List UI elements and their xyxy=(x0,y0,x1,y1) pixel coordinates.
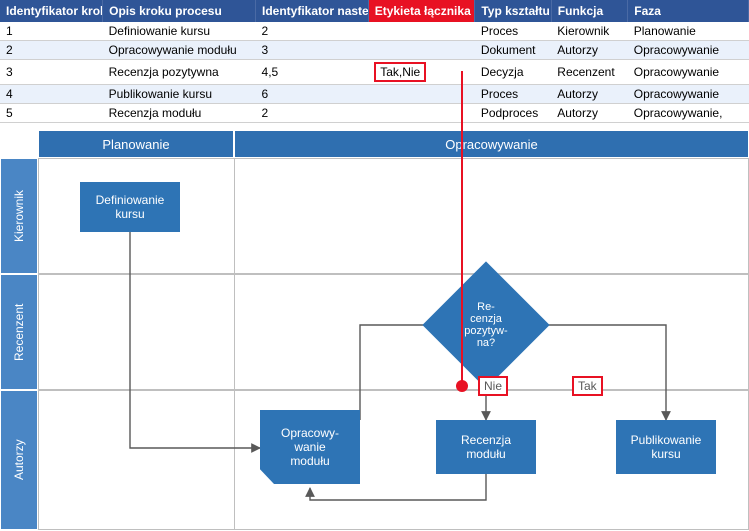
col-opis: Opis kroku procesu xyxy=(103,0,256,22)
cell-et xyxy=(368,41,475,60)
cell-nast: 6 xyxy=(256,85,369,104)
shape-opracowywanie: Opracowy-waniemodułu xyxy=(260,410,360,484)
table-row: 4 Publikowanie kursu 6 Proces Autorzy Op… xyxy=(0,85,749,104)
cell-typ: Decyzja xyxy=(475,60,551,85)
table-row: 5 Recenzja modułu 2 Podproces Autorzy Op… xyxy=(0,104,749,123)
cell-id: 5 xyxy=(0,104,103,123)
phase-header-row: Planowanie Opracowywanie xyxy=(38,130,749,158)
cell-id: 1 xyxy=(0,22,103,41)
cell-typ: Proces xyxy=(475,85,551,104)
shape-publikowanie: Publikowaniekursu xyxy=(616,420,716,474)
phase-planowanie: Planowanie xyxy=(38,130,234,158)
cell-fun: Autorzy xyxy=(551,85,627,104)
cell-nast: 4,5 xyxy=(256,60,369,85)
cell-typ: Proces xyxy=(475,22,551,41)
decision-text: Re-cenzjapozytyw-na? xyxy=(441,280,531,370)
cell-id: 4 xyxy=(0,85,103,104)
col-nast: Identyfikator naste xyxy=(256,0,369,22)
cell-nast: 2 xyxy=(256,104,369,123)
cell-id: 3 xyxy=(0,60,103,85)
cell-opis: Publikowanie kursu xyxy=(103,85,256,104)
col-faza: Faza xyxy=(628,0,749,22)
cell-faza: Opracowywanie xyxy=(628,41,749,60)
col-funkcja: Funkcja xyxy=(551,0,627,22)
cell-nast: 3 xyxy=(256,41,369,60)
phase-divider xyxy=(234,158,235,530)
cell-et xyxy=(368,22,475,41)
shape-recenzja: Recenzjamodułu xyxy=(436,420,536,474)
process-table: Identyfikator kroku p Opis kroku procesu… xyxy=(0,0,749,123)
shape-definiowanie: Definiowanie kursu xyxy=(80,182,180,232)
cell-opis: Recenzja pozytywna xyxy=(103,60,256,85)
cell-et: Tak,Nie xyxy=(368,60,475,85)
cell-fun: Recenzent xyxy=(551,60,627,85)
col-etykieta: Etykieta łącznika xyxy=(368,0,475,22)
cell-fun: Autorzy xyxy=(551,104,627,123)
phase-opracowywanie: Opracowywanie xyxy=(234,130,749,158)
flowchart-diagram: Planowanie Opracowywanie Kierownik Recen… xyxy=(0,130,749,530)
callout-line xyxy=(461,71,463,386)
cell-faza: Opracowywanie xyxy=(628,85,749,104)
lane-autorzy: Autorzy xyxy=(0,390,38,530)
cell-opis: Definiowanie kursu xyxy=(103,22,256,41)
cell-faza: Opracowywanie xyxy=(628,60,749,85)
connector-label-nie: Nie xyxy=(478,376,508,396)
cell-fun: Kierownik xyxy=(551,22,627,41)
table-row: 1 Definiowanie kursu 2 Proces Kierownik … xyxy=(0,22,749,41)
cell-et xyxy=(368,85,475,104)
col-typ: Typ kształtu xyxy=(475,0,551,22)
connector-label-tak: Tak xyxy=(572,376,603,396)
col-id: Identyfikator kroku p xyxy=(0,0,103,22)
cell-faza: Planowanie xyxy=(628,22,749,41)
lane-body xyxy=(38,274,749,390)
cell-typ: Podproces xyxy=(475,104,551,123)
cell-et xyxy=(368,104,475,123)
table-row: 2 Opracowywanie modułu 3 Dokument Autorz… xyxy=(0,41,749,60)
cell-opis: Recenzja modułu xyxy=(103,104,256,123)
cell-faza: Opracowywanie, xyxy=(628,104,749,123)
lane-kierownik: Kierownik xyxy=(0,158,38,274)
etykieta-highlight: Tak,Nie xyxy=(374,62,426,82)
lane-recenzent: Recenzent xyxy=(0,274,38,390)
callout-dot xyxy=(456,380,468,392)
table-row: 3 Recenzja pozytywna 4,5 Tak,Nie Decyzja… xyxy=(0,60,749,85)
cell-opis: Opracowywanie modułu xyxy=(103,41,256,60)
cell-fun: Autorzy xyxy=(551,41,627,60)
shape-decision: Re-cenzjapozytyw-na? xyxy=(441,280,531,370)
cell-nast: 2 xyxy=(256,22,369,41)
cell-typ: Dokument xyxy=(475,41,551,60)
cell-id: 2 xyxy=(0,41,103,60)
